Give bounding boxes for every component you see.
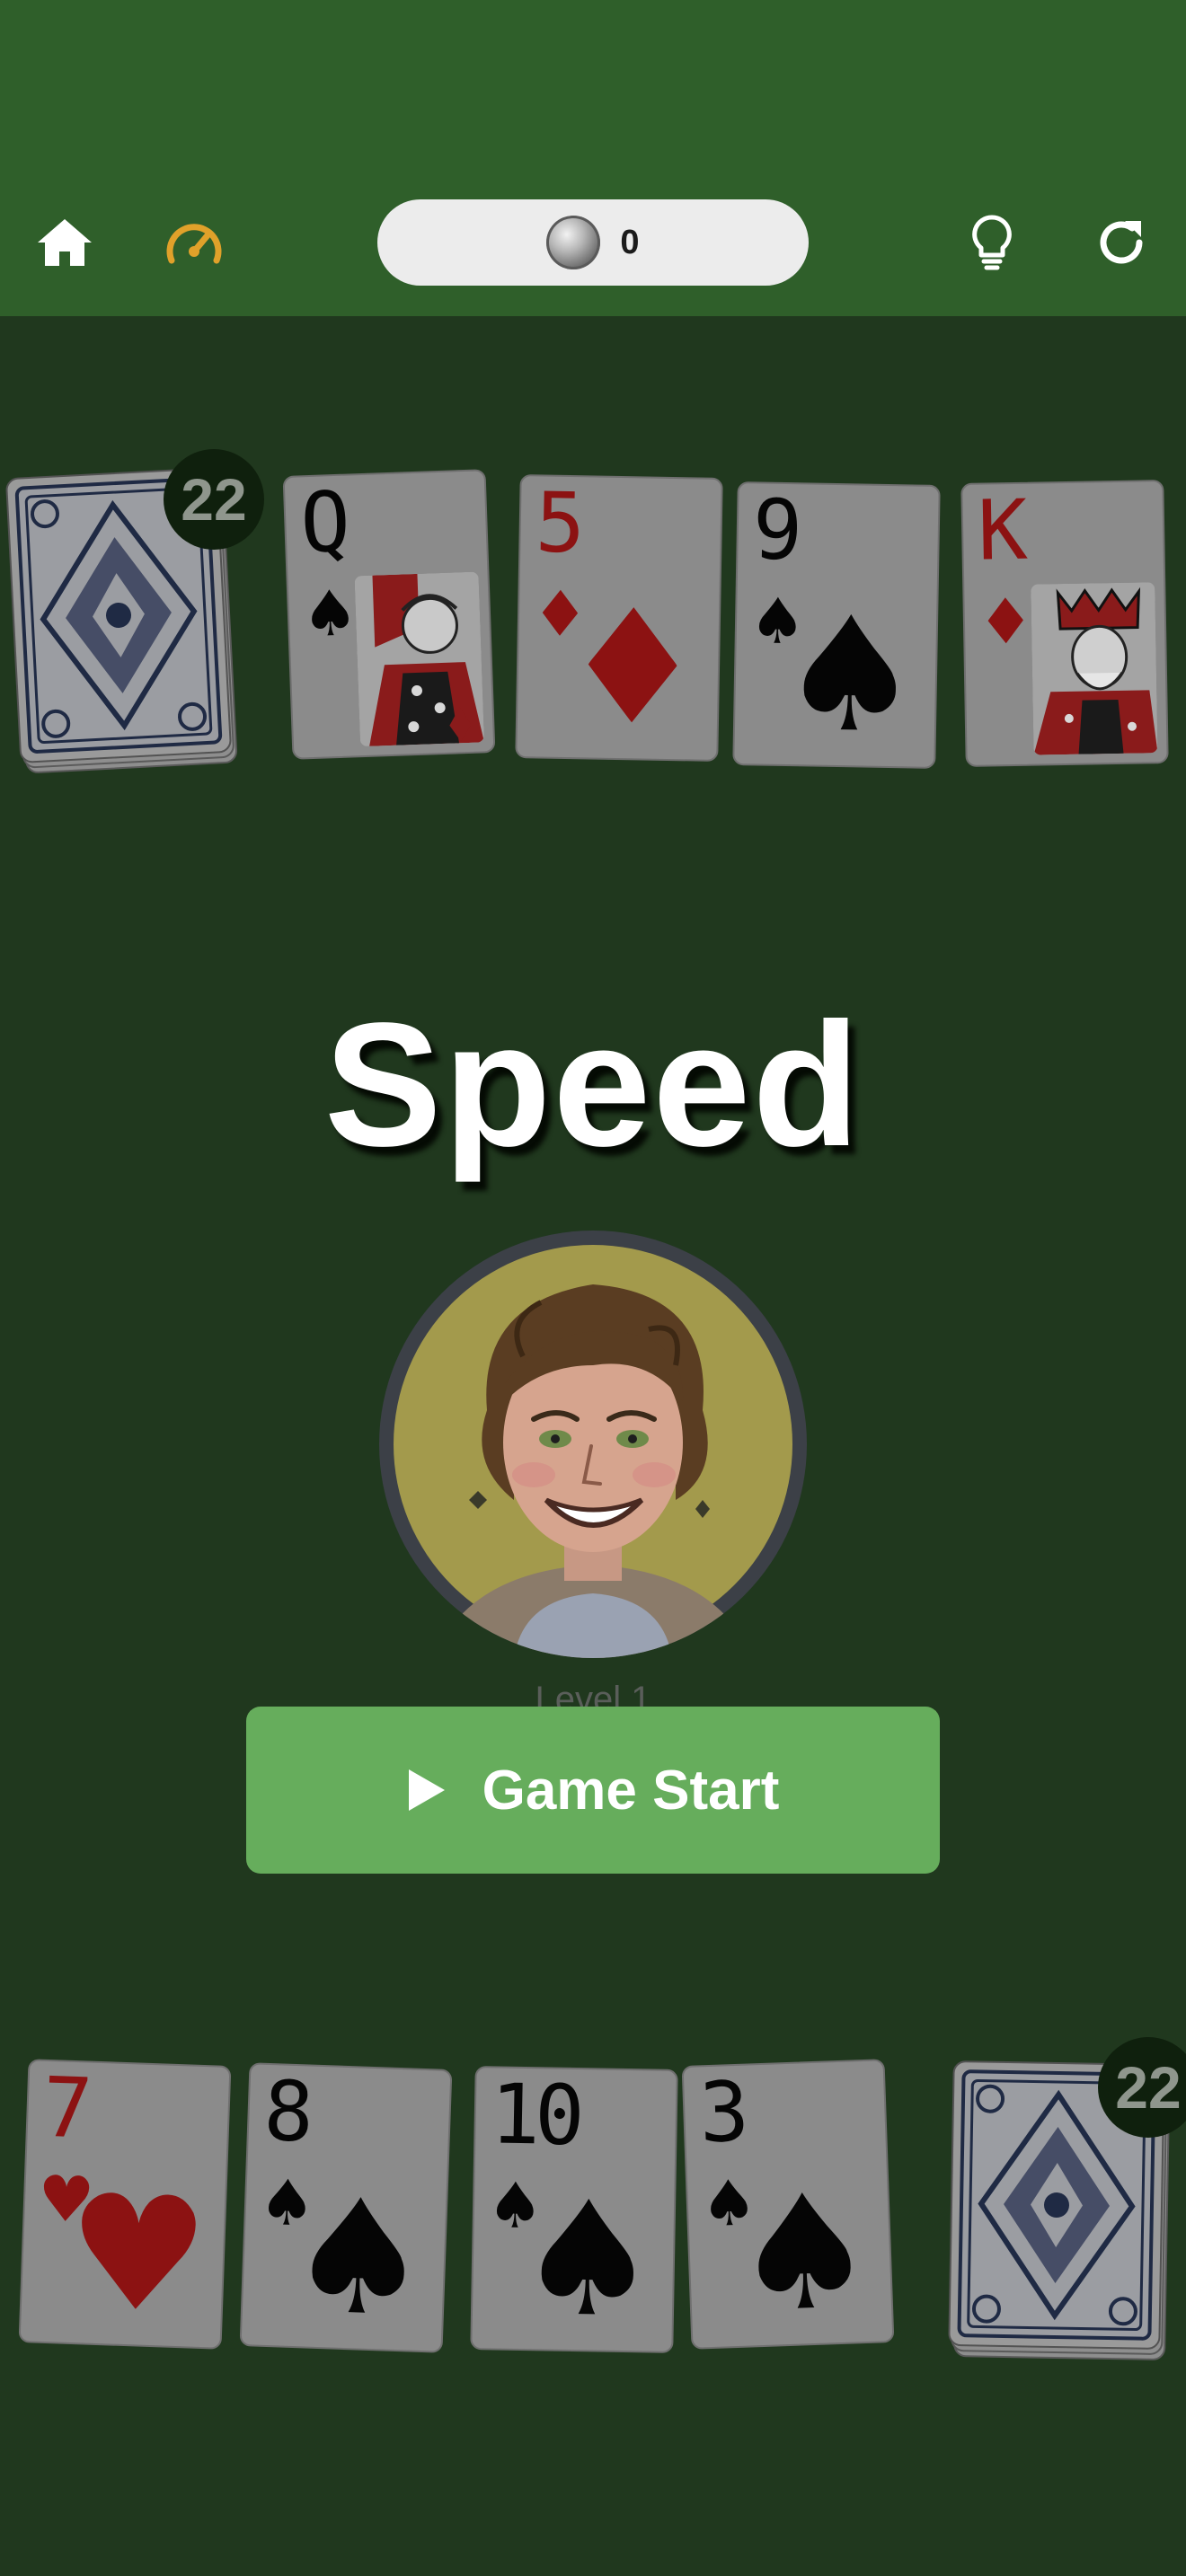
opponent-avatar bbox=[379, 1231, 807, 1658]
card-suit-large: ♥ bbox=[63, 2159, 212, 2350]
player-card-1[interactable]: 7 ♥ ♥ bbox=[18, 2059, 232, 2350]
opponent-card-3: 9 ♠ ♠ bbox=[732, 481, 941, 769]
restart-button[interactable] bbox=[1085, 207, 1157, 278]
speed-button[interactable] bbox=[158, 207, 230, 278]
player-card-2[interactable]: 8 ♠ ♠ bbox=[239, 2062, 453, 2353]
card-suit-large: ♠ bbox=[284, 2163, 433, 2353]
card-suit-large: ♠ bbox=[730, 2158, 879, 2349]
home-icon bbox=[38, 219, 92, 266]
opponent-card-4: K ♦ bbox=[960, 480, 1169, 767]
play-icon bbox=[408, 1769, 445, 1811]
home-button[interactable] bbox=[29, 207, 101, 278]
coin-count: 0 bbox=[620, 223, 640, 261]
king-face-art bbox=[1031, 582, 1158, 755]
card-suit: ♠ bbox=[300, 576, 360, 652]
game-start-label: Game Start bbox=[482, 1759, 780, 1822]
card-rank: 9 bbox=[751, 481, 799, 579]
card-rank: 10 bbox=[489, 2066, 580, 2165]
refresh-icon bbox=[1100, 221, 1143, 264]
card-suit: ♦ bbox=[977, 584, 1035, 659]
avatar-portrait bbox=[394, 1245, 792, 1658]
player-card-3[interactable]: 10 ♠ ♠ bbox=[470, 2066, 678, 2353]
card-rank: 8 bbox=[261, 2062, 310, 2161]
lightbulb-icon bbox=[972, 215, 1012, 270]
opponent-card-2: 5 ♦ ♦ bbox=[515, 474, 723, 762]
queen-face-art bbox=[354, 571, 485, 747]
card-suit-large: ♠ bbox=[515, 2166, 660, 2353]
coin-icon bbox=[546, 216, 601, 269]
opponent-deck-count: 22 bbox=[164, 449, 264, 550]
card-rank: 5 bbox=[534, 474, 581, 572]
card-rank: Q bbox=[298, 473, 347, 572]
card-suit-large: ♠ bbox=[777, 581, 923, 769]
game-start-button[interactable]: Game Start bbox=[246, 1707, 940, 1874]
opponent-card-1: Q ♠ bbox=[282, 469, 496, 760]
card-suit-large: ♦ bbox=[560, 574, 705, 762]
hint-button[interactable] bbox=[956, 207, 1028, 278]
card-rank: 3 bbox=[697, 2063, 746, 2162]
top-bar: 0 bbox=[0, 0, 1186, 316]
speedometer-icon bbox=[166, 224, 222, 264]
card-rank: 7 bbox=[40, 2059, 89, 2157]
game-title: Speed bbox=[323, 986, 863, 1183]
player-card-4[interactable]: 3 ♠ ♠ bbox=[681, 2059, 895, 2350]
coin-counter: 0 bbox=[377, 199, 809, 286]
card-rank: K bbox=[977, 481, 1023, 579]
